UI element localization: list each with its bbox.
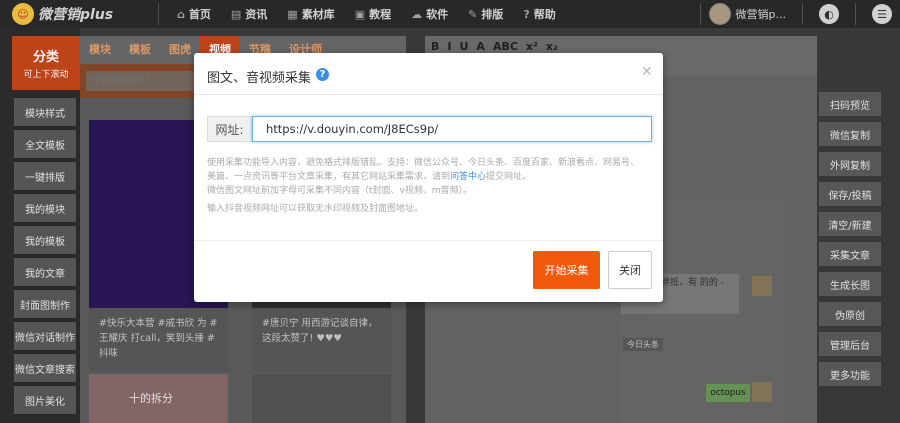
tip-text: 使用采集功能导入内容，避免格式排版错乱。支持：微信公众号、今日头条、百度百家、新… [207, 158, 640, 182]
url-input[interactable] [252, 116, 652, 142]
modal-footer-divider [194, 240, 663, 241]
url-label: 网址: [207, 116, 252, 142]
tip-douyin: 输入抖音视频网址可以获取无水印视频及封面图地址。 [207, 204, 424, 214]
close-icon[interactable]: ✕ [641, 64, 653, 80]
tip-text-end: 提交网址。 [486, 172, 532, 182]
help-icon[interactable]: ? [316, 68, 329, 81]
tip-wechat: 微信图文网址前加字母可采集不同内容（t封面、v视频、m音频）。 [207, 186, 473, 196]
url-field-row: 网址: [207, 116, 652, 142]
tip-collect: 使用采集功能导入内容，避免格式排版错乱。支持：微信公众号、今日头条、百度百家、新… [207, 156, 647, 184]
start-collect-button[interactable]: 开始采集 [533, 251, 600, 289]
modal-header: 图文、音视频采集 ? ✕ [194, 53, 663, 95]
qa-center-link[interactable]: 问答中心 [450, 172, 486, 182]
collect-modal: 图文、音视频采集 ? ✕ 网址: 使用采集功能导入内容，避免格式排版错乱。支持：… [194, 53, 663, 302]
close-button[interactable]: 关闭 [608, 251, 652, 289]
modal-title: 图文、音视频采集 [207, 71, 312, 86]
